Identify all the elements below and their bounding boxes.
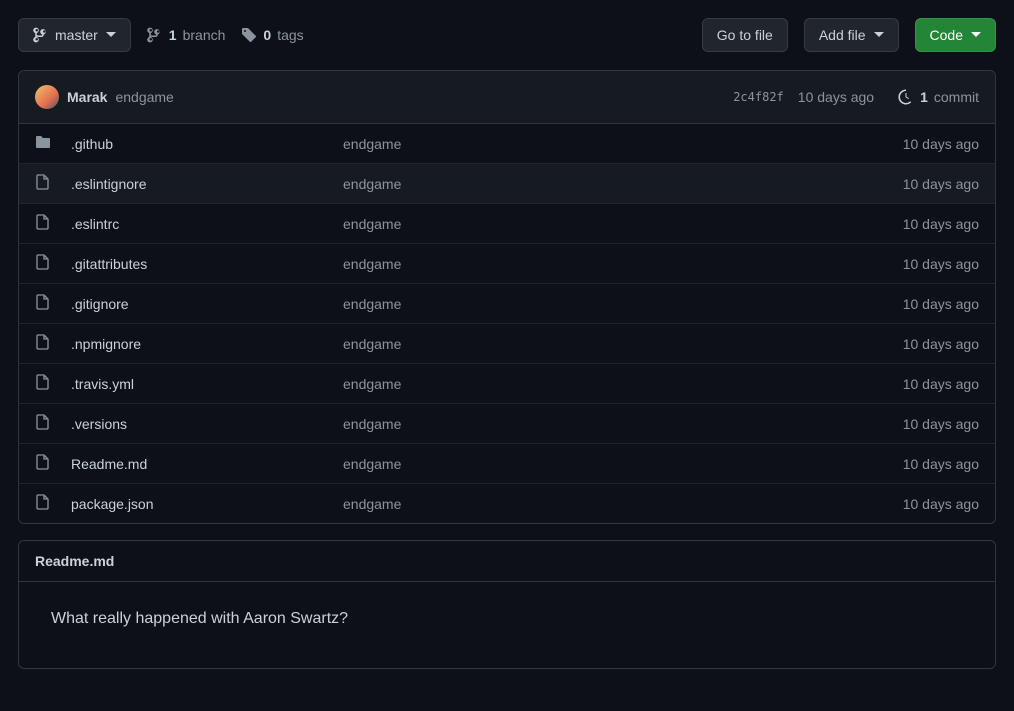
file-icon <box>35 254 59 273</box>
branch-select-button[interactable]: master <box>18 18 131 52</box>
tags-link[interactable]: 0 tags <box>241 27 303 43</box>
file-name[interactable]: .versions <box>71 416 331 432</box>
tag-icon <box>241 27 257 43</box>
file-row: .gitignore endgame 10 days ago <box>19 283 995 323</box>
file-rows: .github endgame 10 days ago .eslintignore en… <box>19 124 995 523</box>
code-button[interactable]: Code <box>915 18 996 52</box>
file-commit-message[interactable]: endgame <box>343 416 807 432</box>
caret-down-icon <box>971 32 981 38</box>
commit-sha[interactable]: 2c4f82f <box>733 90 784 104</box>
commit-count: 1 <box>920 89 928 105</box>
file-commit-message[interactable]: endgame <box>343 296 807 312</box>
file-commit-message[interactable]: endgame <box>343 496 807 512</box>
go-to-file-button[interactable]: Go to file <box>702 18 788 52</box>
caret-down-icon <box>874 32 884 38</box>
file-icon <box>35 454 59 473</box>
file-icon <box>35 174 59 193</box>
file-row: .github endgame 10 days ago <box>19 124 995 163</box>
file-name[interactable]: .npmignore <box>71 336 331 352</box>
readme-title[interactable]: Readme.md <box>19 541 995 582</box>
file-name[interactable]: .travis.yml <box>71 376 331 392</box>
file-commit-message[interactable]: endgame <box>343 176 807 192</box>
git-branch-icon <box>147 27 163 43</box>
file-time: 10 days ago <box>819 216 979 232</box>
branch-count: 1 <box>169 27 177 43</box>
tag-count: 0 <box>263 27 271 43</box>
file-commit-message[interactable]: endgame <box>343 376 807 392</box>
file-row: .gitattributes endgame 10 days ago <box>19 243 995 283</box>
file-time: 10 days ago <box>819 256 979 272</box>
repo-toolbar: master 1 branch 0 tags Go to file Add fi… <box>18 18 996 52</box>
file-row: .travis.yml endgame 10 days ago <box>19 363 995 403</box>
branch-word: branch <box>183 27 226 43</box>
file-time: 10 days ago <box>819 296 979 312</box>
author-avatar[interactable] <box>35 85 59 109</box>
add-file-button[interactable]: Add file <box>804 18 899 52</box>
file-name[interactable]: .github <box>71 136 331 152</box>
history-icon <box>898 89 914 105</box>
file-time: 10 days ago <box>819 176 979 192</box>
commit-author[interactable]: Marak <box>67 89 107 105</box>
branch-label: master <box>55 25 98 45</box>
commit-time: 10 days ago <box>798 89 874 105</box>
file-time: 10 days ago <box>819 376 979 392</box>
file-row: .eslintignore endgame 10 days ago <box>19 163 995 203</box>
file-time: 10 days ago <box>819 496 979 512</box>
file-icon <box>35 494 59 513</box>
tag-word: tags <box>277 27 303 43</box>
file-row: .npmignore endgame 10 days ago <box>19 323 995 363</box>
latest-commit-bar: Marak endgame 2c4f82f 10 days ago 1 comm… <box>19 71 995 124</box>
folder-icon <box>35 134 59 153</box>
file-name[interactable]: package.json <box>71 496 331 512</box>
file-commit-message[interactable]: endgame <box>343 136 807 152</box>
file-name[interactable]: .eslintrc <box>71 216 331 232</box>
readme-body: What really happened with Aaron Swartz? <box>19 582 995 668</box>
file-time: 10 days ago <box>819 136 979 152</box>
commit-message[interactable]: endgame <box>115 89 173 105</box>
file-row: Readme.md endgame 10 days ago <box>19 443 995 483</box>
file-commit-message[interactable]: endgame <box>343 216 807 232</box>
file-listing: Marak endgame 2c4f82f 10 days ago 1 comm… <box>18 70 996 524</box>
git-branch-icon <box>33 27 49 43</box>
readme-box: Readme.md What really happened with Aaro… <box>18 540 996 669</box>
file-row: .eslintrc endgame 10 days ago <box>19 203 995 243</box>
file-icon <box>35 414 59 433</box>
file-icon <box>35 334 59 353</box>
file-commit-message[interactable]: endgame <box>343 256 807 272</box>
file-commit-message[interactable]: endgame <box>343 336 807 352</box>
file-commit-message[interactable]: endgame <box>343 456 807 472</box>
file-name[interactable]: .gitignore <box>71 296 331 312</box>
file-row: package.json endgame 10 days ago <box>19 483 995 523</box>
branches-link[interactable]: 1 branch <box>147 27 226 43</box>
file-time: 10 days ago <box>819 456 979 472</box>
commits-link[interactable]: 1 commit <box>898 89 979 105</box>
file-name[interactable]: .eslintignore <box>71 176 331 192</box>
file-row: .versions endgame 10 days ago <box>19 403 995 443</box>
file-icon <box>35 374 59 393</box>
file-name[interactable]: Readme.md <box>71 456 331 472</box>
file-time: 10 days ago <box>819 336 979 352</box>
file-name[interactable]: .gitattributes <box>71 256 331 272</box>
commit-word: commit <box>934 89 979 105</box>
caret-down-icon <box>106 32 116 38</box>
file-time: 10 days ago <box>819 416 979 432</box>
file-icon <box>35 294 59 313</box>
file-icon <box>35 214 59 233</box>
